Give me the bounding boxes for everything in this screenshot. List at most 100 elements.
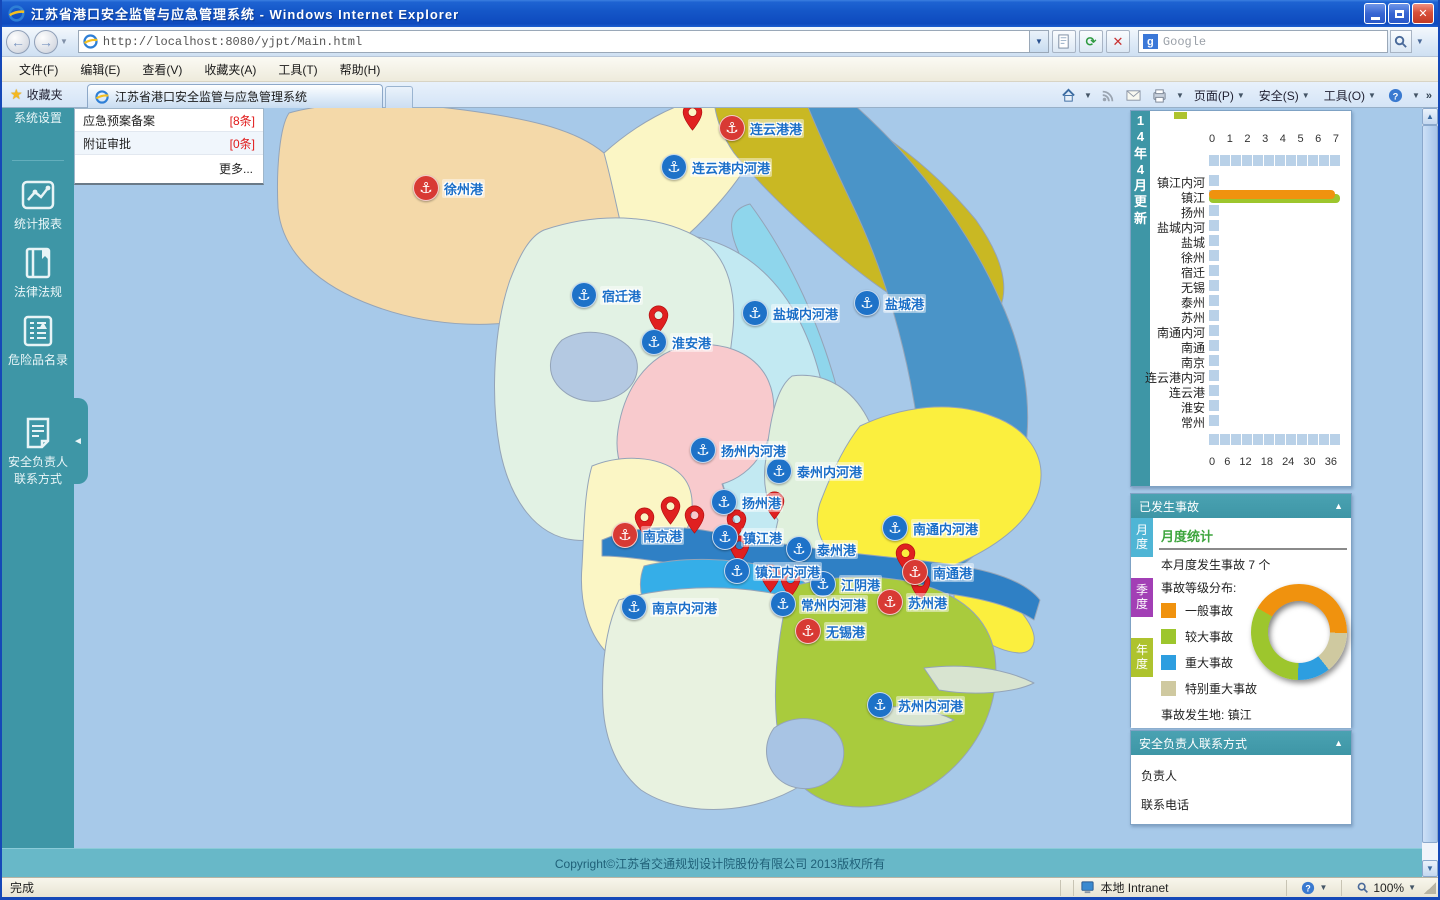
port-marker-blue[interactable]: ⚓ bbox=[571, 282, 597, 308]
protected-mode-button[interactable]: ▼ bbox=[1293, 881, 1335, 895]
port-marker-blue[interactable]: ⚓ bbox=[724, 558, 750, 584]
help-button[interactable] bbox=[1386, 87, 1406, 105]
port-label[interactable]: 淮安港 bbox=[670, 333, 714, 352]
port-label[interactable]: 盐城港 bbox=[883, 294, 927, 313]
accident-tab-1[interactable]: 季度 bbox=[1131, 578, 1153, 617]
port-label[interactable]: 泰州内河港 bbox=[795, 462, 865, 481]
port-marker-red[interactable]: ⚓ bbox=[719, 115, 745, 141]
port-marker-blue[interactable]: ⚓ bbox=[766, 458, 792, 484]
scroll-up-button[interactable]: ▲ bbox=[1422, 108, 1438, 125]
resize-grip[interactable] bbox=[1424, 881, 1436, 894]
port-label[interactable]: 南京港 bbox=[641, 526, 685, 545]
scroll-down-button[interactable]: ▼ bbox=[1422, 860, 1438, 877]
forward-button[interactable]: → bbox=[34, 29, 58, 54]
refresh-button[interactable]: ⟳ bbox=[1078, 30, 1103, 53]
menu-item-2[interactable]: 查看(V) bbox=[131, 57, 193, 82]
port-label[interactable]: 无锡港 bbox=[824, 622, 868, 641]
menu-item-5[interactable]: 帮助(H) bbox=[329, 57, 392, 82]
port-label[interactable]: 泰州港 bbox=[815, 540, 859, 559]
command-dropdown-1[interactable]: 安全(S) ▼ bbox=[1255, 85, 1314, 106]
more-link[interactable]: 更多... bbox=[75, 155, 263, 183]
port-label[interactable]: 苏州港 bbox=[906, 593, 950, 612]
port-marker-blue[interactable]: ⚓ bbox=[641, 329, 667, 355]
help-dropdown[interactable]: ▼ bbox=[1412, 91, 1420, 100]
menu-item-1[interactable]: 编辑(E) bbox=[69, 57, 131, 82]
recent-pages-dropdown[interactable]: ▼ bbox=[60, 37, 68, 46]
port-label[interactable]: 连云港内河港 bbox=[690, 158, 773, 177]
collapse-up-icon[interactable]: ▲ bbox=[1334, 738, 1343, 748]
read-mail-button[interactable] bbox=[1124, 87, 1144, 105]
port-label[interactable]: 镇江内河港 bbox=[753, 562, 823, 581]
address-dropdown-button[interactable]: ▼ bbox=[1029, 30, 1049, 53]
port-label[interactable]: 扬州内河港 bbox=[719, 441, 789, 460]
accident-tab-2[interactable]: 年度 bbox=[1131, 638, 1153, 677]
port-marker-blue[interactable]: ⚓ bbox=[867, 692, 893, 718]
quick-panel-row-0[interactable]: 应急预案备案 [8条] bbox=[75, 109, 263, 132]
sidebar-collapse-tab[interactable]: ◄ bbox=[68, 398, 88, 484]
accident-pin-icon[interactable] bbox=[684, 505, 705, 534]
new-tab-button[interactable] bbox=[385, 86, 413, 108]
menu-item-0[interactable]: 文件(F) bbox=[8, 57, 69, 82]
port-label[interactable]: 镇江港 bbox=[741, 528, 785, 547]
quick-panel-row-1[interactable]: 附证审批 [0条] bbox=[75, 132, 263, 155]
menu-item-4[interactable]: 工具(T) bbox=[267, 57, 328, 82]
port-marker-red[interactable]: ⚓ bbox=[795, 618, 821, 644]
port-marker-red[interactable]: ⚓ bbox=[413, 175, 439, 201]
port-label[interactable]: 南通内河港 bbox=[911, 519, 981, 538]
port-marker-blue[interactable]: ⚓ bbox=[770, 591, 796, 617]
close-button[interactable]: ✕ bbox=[1412, 3, 1434, 24]
port-marker-blue[interactable]: ⚓ bbox=[621, 594, 647, 620]
port-label[interactable]: 江阴港 bbox=[839, 575, 883, 594]
back-button[interactable]: ← bbox=[6, 29, 30, 54]
browser-tab[interactable]: 江苏省港口安全监管与应急管理系统 bbox=[87, 84, 383, 108]
sidebar-item-4[interactable]: 安全负责人 联系方式 bbox=[2, 416, 74, 489]
port-label[interactable]: 南通港 bbox=[931, 563, 975, 582]
favorites-button[interactable]: ★ 收藏夹 bbox=[10, 86, 63, 103]
search-options-dropdown[interactable]: ▼ bbox=[1412, 37, 1428, 46]
port-label[interactable]: 徐州港 bbox=[442, 179, 486, 198]
sidebar-item-0[interactable]: 系统设置 bbox=[2, 110, 74, 127]
port-label[interactable]: 苏州内河港 bbox=[896, 696, 966, 715]
accident-panel-header[interactable]: 已发生事故 ▲ bbox=[1131, 494, 1351, 518]
zoom-control[interactable]: 100% ▼ bbox=[1348, 881, 1424, 895]
stop-button[interactable]: ✕ bbox=[1105, 30, 1130, 53]
port-label[interactable]: 扬州港 bbox=[740, 493, 784, 512]
print-button[interactable] bbox=[1150, 87, 1170, 105]
port-marker-blue[interactable]: ⚓ bbox=[661, 154, 687, 180]
home-button[interactable] bbox=[1058, 87, 1078, 105]
sidebar-item-1[interactable]: 统计报表 bbox=[2, 178, 74, 233]
port-marker-blue[interactable]: ⚓ bbox=[854, 290, 880, 316]
search-input[interactable]: g Google bbox=[1137, 30, 1388, 53]
port-marker-blue[interactable]: ⚓ bbox=[742, 300, 768, 326]
accident-pin-icon[interactable] bbox=[682, 108, 703, 131]
menu-item-3[interactable]: 收藏夹(A) bbox=[193, 57, 267, 82]
accident-tab-0[interactable]: 月度 bbox=[1131, 518, 1153, 557]
contact-panel-header[interactable]: 安全负责人联系方式 ▲ bbox=[1131, 731, 1351, 755]
toolbar-overflow-button[interactable]: » bbox=[1426, 90, 1432, 102]
port-marker-blue[interactable]: ⚓ bbox=[690, 437, 716, 463]
print-dropdown[interactable]: ▼ bbox=[1176, 91, 1184, 100]
port-marker-red[interactable]: ⚓ bbox=[902, 559, 928, 585]
collapse-up-icon[interactable]: ▲ bbox=[1334, 501, 1343, 511]
address-input[interactable]: http://localhost:8080/yjpt/Main.html bbox=[77, 30, 1030, 53]
sidebar-item-3[interactable]: 危险品名录 bbox=[2, 314, 74, 369]
port-marker-blue[interactable]: ⚓ bbox=[712, 524, 738, 550]
sidebar-item-2[interactable]: 法律法规 bbox=[2, 246, 74, 301]
accident-pin-icon[interactable] bbox=[660, 496, 681, 525]
port-marker-blue[interactable]: ⚓ bbox=[711, 489, 737, 515]
port-label[interactable]: 连云港港 bbox=[748, 119, 805, 138]
feeds-button[interactable] bbox=[1098, 87, 1118, 105]
port-label[interactable]: 常州内河港 bbox=[799, 595, 869, 614]
port-label[interactable]: 盐城内河港 bbox=[771, 304, 841, 323]
home-dropdown[interactable]: ▼ bbox=[1084, 91, 1092, 100]
command-dropdown-2[interactable]: 工具(O) ▼ bbox=[1320, 85, 1380, 106]
port-label[interactable]: 宿迁港 bbox=[600, 286, 644, 305]
minimize-button[interactable] bbox=[1364, 3, 1386, 24]
search-button[interactable] bbox=[1389, 30, 1412, 53]
port-marker-red[interactable]: ⚓ bbox=[612, 522, 638, 548]
port-label[interactable]: 南京内河港 bbox=[650, 598, 720, 617]
restore-button[interactable] bbox=[1388, 3, 1410, 24]
port-marker-blue[interactable]: ⚓ bbox=[882, 515, 908, 541]
command-dropdown-0[interactable]: 页面(P) ▼ bbox=[1190, 85, 1249, 106]
scrollbar-thumb[interactable] bbox=[1422, 125, 1438, 843]
